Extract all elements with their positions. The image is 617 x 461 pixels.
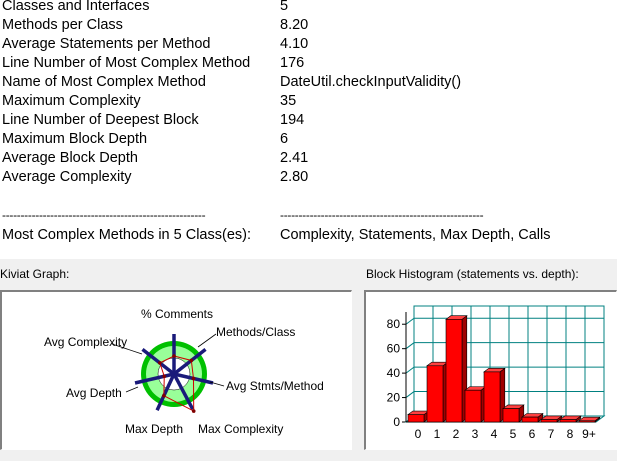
histogram-xtick-label: 0 <box>415 427 422 441</box>
histogram-bar <box>521 416 539 423</box>
metric-label: Line Number of Most Complex Method <box>2 55 251 71</box>
kiviat-axis-label: Avg Complexity <box>44 335 127 349</box>
metric-label: Methods per Class <box>2 17 123 33</box>
histogram-gridline-side <box>405 391 415 398</box>
kiviat-axis-label: Avg Depth <box>66 386 122 400</box>
histogram-gridline-side <box>405 342 415 350</box>
histogram-bar <box>559 419 577 423</box>
most-complex-methods-value: Complexity, Statements, Max Depth, Calls <box>280 227 551 243</box>
histogram-xtick-label: 6 <box>529 427 536 441</box>
kiviat-value-point <box>189 358 194 363</box>
histogram-xtick-label: 2 <box>453 427 460 441</box>
histogram-ytick-label: 40 <box>387 366 401 380</box>
kiviat-leader-line <box>125 386 139 393</box>
most-complex-methods-row: Most Complex Methods in 5 Class(es): Com… <box>2 226 551 245</box>
histogram-bar <box>502 408 520 423</box>
metric-value: 5 <box>280 0 289 14</box>
metric-label: Maximum Block Depth <box>2 131 148 147</box>
kiviat-axis-label: Avg Stmts/Method <box>226 379 324 393</box>
kiviat-graph-panel: % Comments Methods/Class Avg Stmts/Method M… <box>0 290 352 450</box>
histogram-bar <box>426 365 444 423</box>
histogram-title: Block Histogram (statements vs. depth): <box>366 267 579 281</box>
metric-label: Maximum Complexity <box>2 93 141 109</box>
metric-label: Classes and Interfaces <box>2 0 150 14</box>
metric-value: 4.10 <box>280 36 309 52</box>
metric-value: 194 <box>280 112 305 128</box>
kiviat-axis-label: Max Complexity <box>198 422 283 436</box>
metric-value: 35 <box>280 93 297 109</box>
histogram-xtick-label: 9+ <box>582 427 596 441</box>
kiviat-title: Kiviat Graph: <box>0 267 70 281</box>
histogram-xtick-label: 1 <box>434 427 441 441</box>
histogram-xtick-label: 4 <box>491 427 498 441</box>
block-histogram-panel: 0 20 40 60 80 0 1 2 3 4 5 6 7 8 9+ <box>364 290 617 450</box>
kiviat-axis-label: Methods/Class <box>216 325 295 339</box>
kiviat-value-point <box>172 354 176 358</box>
kiviat-axis-label: Max Depth <box>125 422 183 436</box>
metric-value: DateUtil.checkInputValidity() <box>280 74 462 90</box>
metric-value: 2.80 <box>280 169 309 185</box>
metric-label: Average Statements per Method <box>2 36 211 52</box>
metric-value: 2.41 <box>280 150 309 166</box>
metric-value: 6 <box>280 131 289 147</box>
histogram-gridline-side <box>405 366 415 374</box>
histogram-bar <box>483 371 501 423</box>
histogram-ytick-label: 0 <box>393 415 400 429</box>
histogram-bar <box>540 419 558 423</box>
histogram-bar <box>445 319 463 423</box>
kiviat-value-point <box>162 393 166 398</box>
metric-label: Average Complexity <box>2 169 132 185</box>
most-complex-methods-label: Most Complex Methods in 5 Class(es): <box>2 227 251 243</box>
kiviat-value-point <box>158 361 162 365</box>
metrics-report: Classes and Interfaces 5 Methods per Class… <box>0 0 617 259</box>
histogram-bar <box>578 420 596 423</box>
histogram-bar <box>407 414 425 423</box>
kiviat-value-point <box>162 374 167 379</box>
block-histogram: 0204060800 1 2 3 4 5 6 7 8 9+ <box>387 305 606 441</box>
kiviat-leader-line <box>197 333 217 348</box>
metric-value: 176 <box>280 55 305 71</box>
histogram-xtick-label: 8 <box>567 427 574 441</box>
metric-label: Line Number of Deepest Block <box>2 112 199 128</box>
histogram-ytick-label: 80 <box>387 317 401 331</box>
histogram-ytick-label: 60 <box>387 342 401 356</box>
kiviat-value-point <box>191 376 196 381</box>
separator-left: ----------------------------------------… <box>2 208 206 220</box>
histogram-xtick-label: 7 <box>548 427 555 441</box>
histogram-xtick-label: 3 <box>472 427 479 441</box>
metric-label: Name of Most Complex Method <box>2 74 206 90</box>
kiviat-axis-label: % Comments <box>141 307 213 321</box>
metric-value: 8.20 <box>280 17 309 33</box>
histogram-ytick-label: 20 <box>387 391 401 405</box>
histogram-xtick-label: 5 <box>510 427 517 441</box>
metric-label: Average Block Depth <box>2 150 138 166</box>
histogram-bar <box>464 389 482 423</box>
kiviat-graph: % CommentsMethods/Class Avg Stmts/Method M… <box>44 307 324 436</box>
histogram-gridline-side <box>405 317 415 325</box>
kiviat-value-point <box>191 409 196 413</box>
separator-right: ----------------------------------------… <box>280 208 484 220</box>
